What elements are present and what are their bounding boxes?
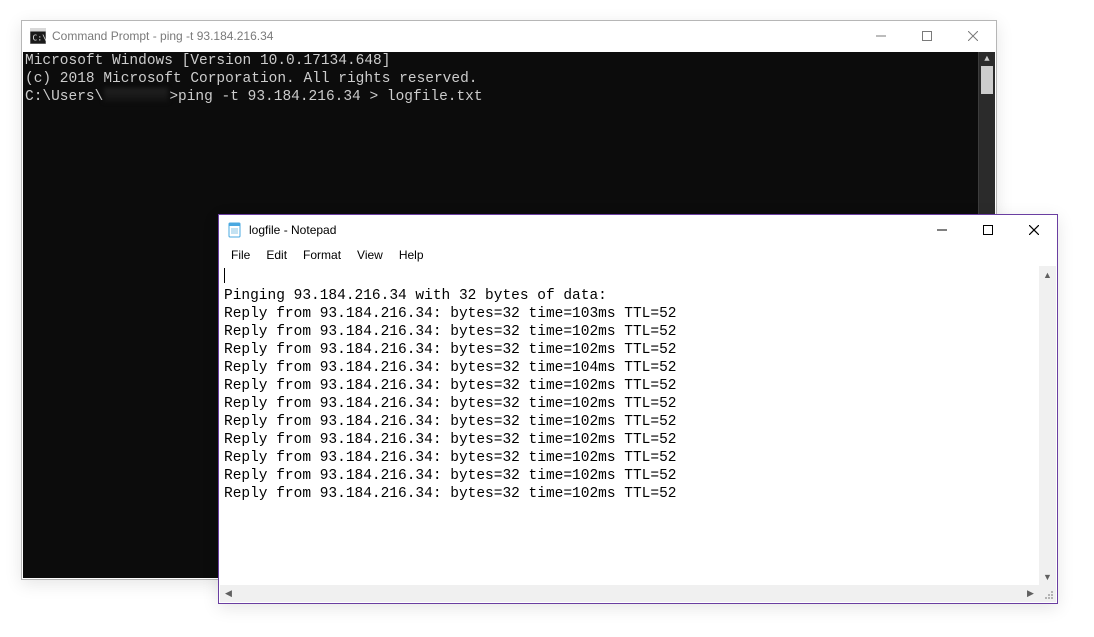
notepad-window-controls [919,215,1057,245]
cmd-line: (c) 2018 Microsoft Corporation. All righ… [25,70,995,88]
notepad-text-area[interactable]: Pinging 93.184.216.34 with 32 bytes of d… [220,266,1056,585]
menu-format[interactable]: Format [295,247,349,263]
scroll-down-icon[interactable]: ▼ [1039,568,1056,585]
menu-help[interactable]: Help [391,247,432,263]
cmd-line: Microsoft Windows [Version 10.0.17134.64… [25,52,995,70]
menu-view[interactable]: View [349,247,391,263]
cmd-prompt-line: C:\Users\ >ping -t 93.184.216.34 > logfil… [25,88,995,106]
ping-reply-line: Reply from 93.184.216.34: bytes=32 time=… [224,432,676,448]
scroll-right-icon[interactable]: ▶ [1022,585,1039,602]
menu-file[interactable]: File [223,247,258,263]
ping-reply-line: Reply from 93.184.216.34: bytes=32 time=… [224,324,676,340]
ping-reply-line: Reply from 93.184.216.34: bytes=32 time=… [224,342,676,358]
cmd-window-controls [858,21,996,51]
notepad-content: Pinging 93.184.216.34 with 32 bytes of d… [220,266,1056,505]
svg-text:C:\: C:\ [33,34,47,43]
redacted-username [104,88,168,102]
notepad-vertical-scrollbar[interactable]: ▲ ▼ [1039,266,1056,585]
cmd-titlebar[interactable]: C:\ Command Prompt - ping -t 93.184.216.… [22,21,996,51]
ping-reply-line: Reply from 93.184.216.34: bytes=32 time=… [224,360,676,376]
cmd-prompt-prefix: C:\Users\ [25,89,103,105]
ping-reply-line: Reply from 93.184.216.34: bytes=32 time=… [224,450,676,466]
maximize-button[interactable] [965,215,1011,245]
cmd-window-title: Command Prompt - ping -t 93.184.216.34 [52,29,858,43]
menu-edit[interactable]: Edit [258,247,295,263]
ping-header-line: Pinging 93.184.216.34 with 32 bytes of d… [224,288,607,304]
scroll-thumb[interactable] [981,66,993,94]
notepad-window: logfile - Notepad File Edit Format View … [218,214,1058,604]
cmd-prompt-command: >ping -t 93.184.216.34 > logfile.txt [169,89,482,105]
notepad-app-icon [227,222,243,238]
notepad-titlebar[interactable]: logfile - Notepad [219,215,1057,245]
cmd-app-icon: C:\ [30,28,46,44]
ping-reply-line: Reply from 93.184.216.34: bytes=32 time=… [224,306,676,322]
cmd-output: Microsoft Windows [Version 10.0.17134.64… [23,52,995,106]
ping-reply-line: Reply from 93.184.216.34: bytes=32 time=… [224,378,676,394]
notepad-menubar: File Edit Format View Help [219,245,1057,265]
minimize-button[interactable] [858,21,904,51]
resize-grip[interactable] [1039,585,1056,602]
ping-reply-line: Reply from 93.184.216.34: bytes=32 time=… [224,486,676,502]
close-button[interactable] [1011,215,1057,245]
close-button[interactable] [950,21,996,51]
text-caret [224,268,225,283]
ping-reply-line: Reply from 93.184.216.34: bytes=32 time=… [224,414,676,430]
minimize-button[interactable] [919,215,965,245]
ping-reply-line: Reply from 93.184.216.34: bytes=32 time=… [224,396,676,412]
notepad-window-title: logfile - Notepad [249,223,919,237]
maximize-button[interactable] [904,21,950,51]
scroll-left-icon[interactable]: ◀ [220,585,237,602]
scroll-up-icon[interactable]: ▲ [979,52,995,66]
scroll-up-icon[interactable]: ▲ [1039,266,1056,283]
notepad-horizontal-scrollbar[interactable]: ◀ ▶ [220,585,1039,602]
ping-reply-line: Reply from 93.184.216.34: bytes=32 time=… [224,468,676,484]
